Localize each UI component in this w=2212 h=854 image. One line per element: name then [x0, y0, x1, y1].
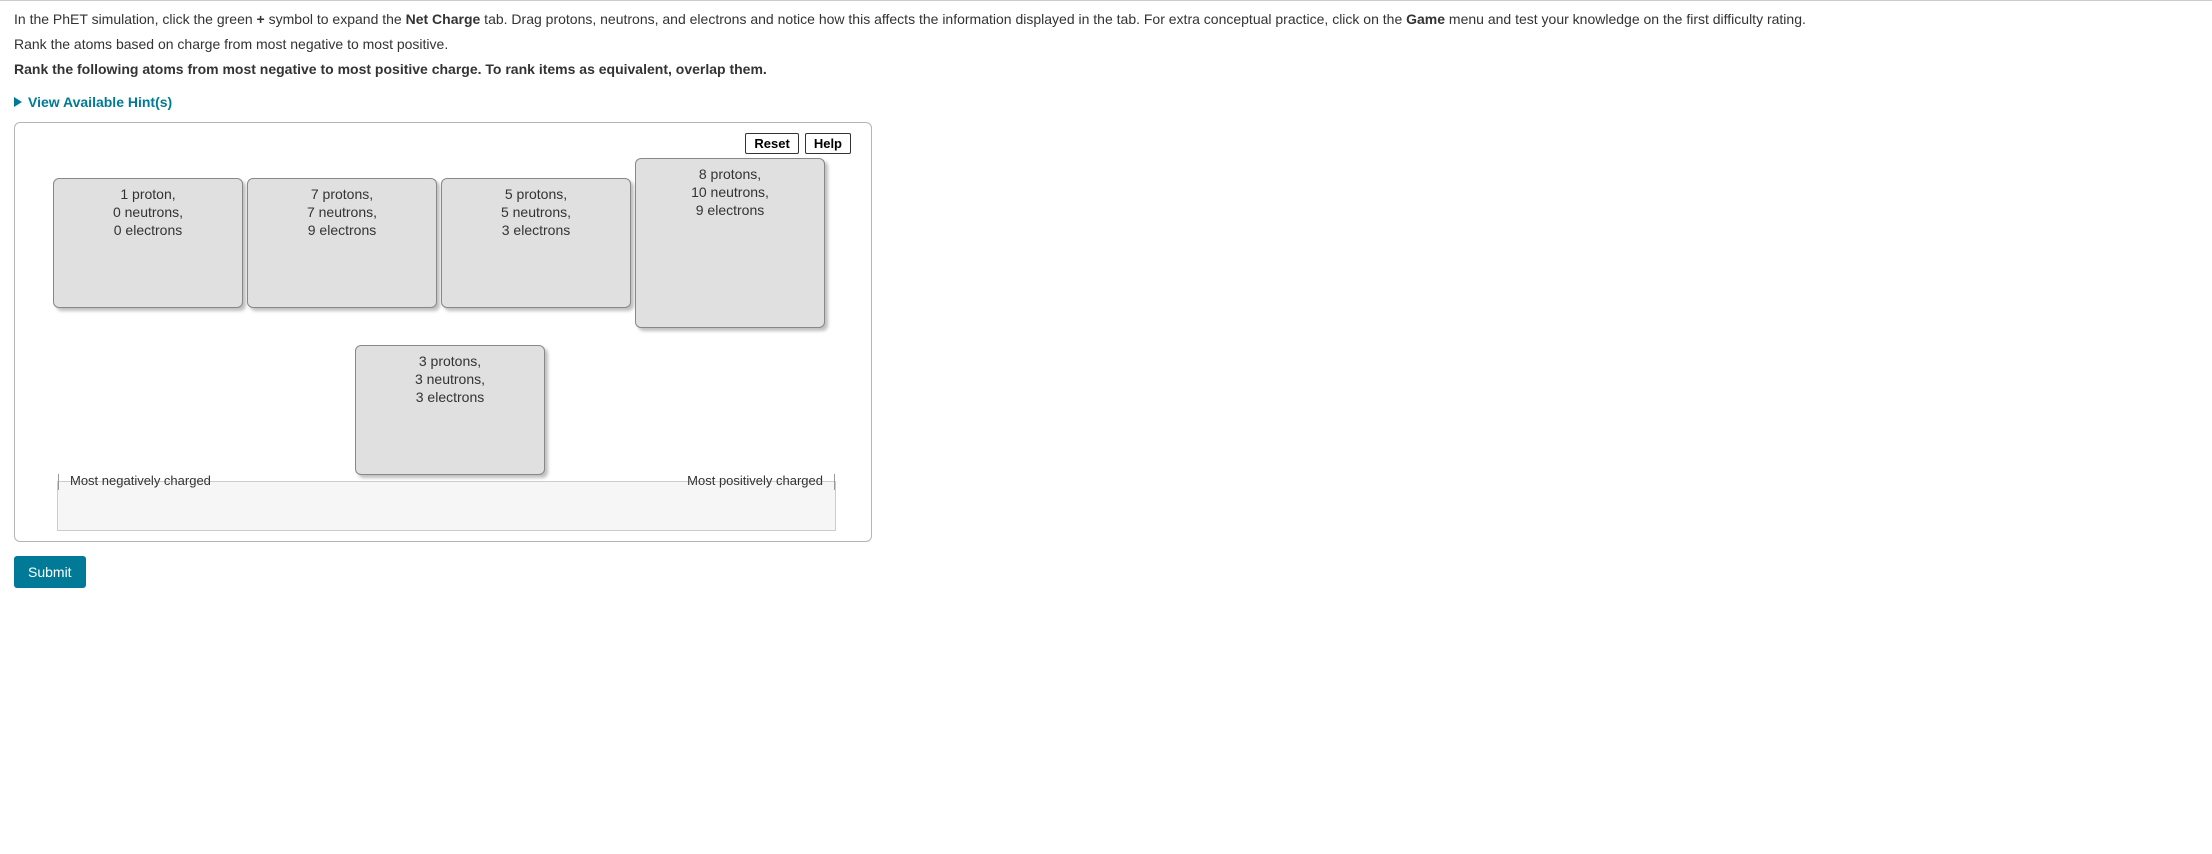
- card-line: 1 proton,: [64, 185, 232, 203]
- help-button[interactable]: Help: [805, 133, 851, 154]
- card-line: 3 electrons: [366, 388, 534, 406]
- card-line: 9 electrons: [258, 221, 426, 239]
- card-line: 9 electrons: [646, 201, 814, 219]
- reset-button[interactable]: Reset: [745, 133, 798, 154]
- game-bold: Game: [1406, 11, 1445, 27]
- drop-zone-label-right: Most positively charged: [685, 473, 825, 488]
- ranking-drop-zone[interactable]: Most negatively charged Most positively …: [57, 481, 836, 531]
- card-line: 8 protons,: [646, 165, 814, 183]
- ranking-workspace: Reset Help 1 proton, 0 neutrons, 0 elect…: [14, 122, 872, 542]
- card-line: 3 protons,: [366, 352, 534, 370]
- atom-card-2[interactable]: 7 protons, 7 neutrons, 9 electrons: [247, 178, 437, 308]
- instruction-line-3: Rank the following atoms from most negat…: [14, 59, 2198, 80]
- instructions-block: In the PhET simulation, click the green …: [14, 9, 2198, 80]
- card-line: 0 electrons: [64, 221, 232, 239]
- card-line: 5 protons,: [452, 185, 620, 203]
- card-line: 3 electrons: [452, 221, 620, 239]
- card-line: 10 neutrons,: [646, 183, 814, 201]
- card-line: 7 neutrons,: [258, 203, 426, 221]
- chevron-right-icon: [14, 97, 22, 107]
- text-segment: symbol to expand the: [265, 11, 406, 27]
- hints-label: View Available Hint(s): [28, 94, 172, 110]
- card-line: 0 neutrons,: [64, 203, 232, 221]
- text-segment: In the PhET simulation, click the green: [14, 11, 257, 27]
- workspace-controls: Reset Help: [745, 133, 851, 154]
- card-line: 7 protons,: [258, 185, 426, 203]
- submit-button[interactable]: Submit: [14, 556, 86, 588]
- view-hints-toggle[interactable]: View Available Hint(s): [14, 94, 2198, 110]
- text-segment: tab. Drag protons, neutrons, and electro…: [480, 11, 1406, 27]
- atom-card-5[interactable]: 3 protons, 3 neutrons, 3 electrons: [355, 345, 545, 475]
- instruction-line-2: Rank the atoms based on charge from most…: [14, 34, 2198, 55]
- instruction-line-1: In the PhET simulation, click the green …: [14, 9, 2198, 30]
- drop-zone-label-left: Most negatively charged: [68, 473, 213, 488]
- atom-card-1[interactable]: 1 proton, 0 neutrons, 0 electrons: [53, 178, 243, 308]
- card-line: 3 neutrons,: [366, 370, 534, 388]
- atom-card-4[interactable]: 8 protons, 10 neutrons, 9 electrons: [635, 158, 825, 328]
- card-line: 5 neutrons,: [452, 203, 620, 221]
- atom-card-3[interactable]: 5 protons, 5 neutrons, 3 electrons: [441, 178, 631, 308]
- text-segment: menu and test your knowledge on the firs…: [1445, 11, 1806, 27]
- plus-symbol: +: [257, 11, 265, 27]
- net-charge-bold: Net Charge: [406, 11, 481, 27]
